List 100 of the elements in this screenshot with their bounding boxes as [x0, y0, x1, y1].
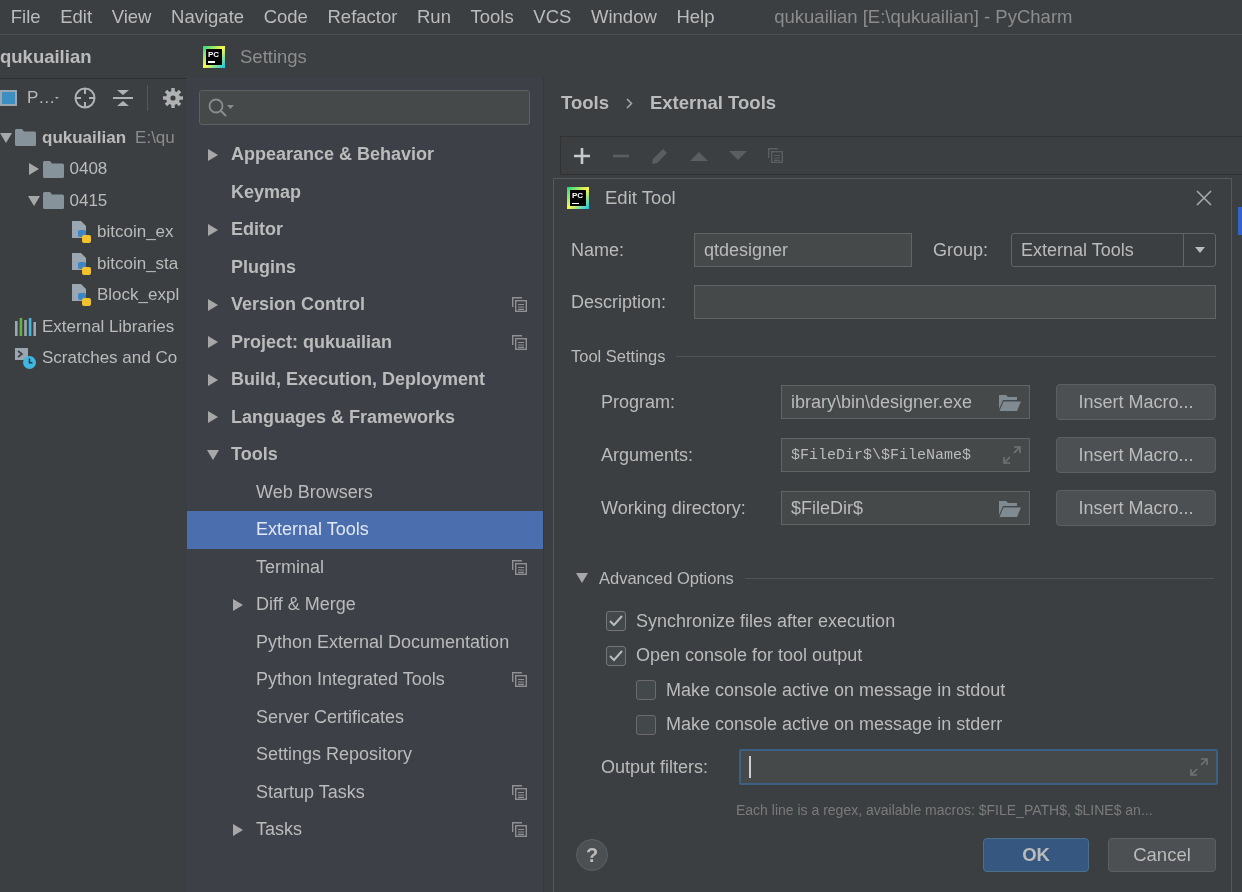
settings-nav-item[interactable]: Project: qukuailian — [187, 323, 543, 361]
checkmark-icon — [609, 615, 623, 628]
collapse-icon[interactable] — [113, 88, 133, 108]
field-label: Description: — [571, 291, 668, 313]
description-field[interactable] — [694, 285, 1216, 319]
insert-macro-button[interactable]: Insert Macro... — [1056, 490, 1216, 526]
checkbox-label[interactable]: Make console active on message in stderr — [666, 714, 1003, 736]
settings-nav-item[interactable]: Version Control — [187, 286, 543, 324]
menu-item[interactable]: Navigate — [161, 2, 254, 32]
section-title[interactable]: Advanced Options — [599, 568, 734, 588]
insert-macro-button[interactable]: Insert Macro... — [1056, 384, 1216, 420]
field-label: Arguments: — [601, 444, 695, 466]
menu-item[interactable]: VCS — [523, 2, 582, 32]
path-field[interactable]: ibrary\bin\designer.exe — [781, 385, 1030, 419]
checkbox-label[interactable]: Make console active on message in stdout — [666, 679, 1006, 701]
folder-icon[interactable] — [999, 499, 1021, 517]
plus-icon[interactable] — [573, 146, 591, 165]
output-filters-field[interactable] — [739, 749, 1218, 785]
tree-item[interactable]: External Libraries — [42, 316, 175, 337]
settings-nav-item[interactable]: Keymap — [187, 173, 543, 211]
tree-item[interactable]: 0415 — [69, 190, 108, 211]
caret-down-icon[interactable] — [207, 449, 219, 460]
caret-down-icon[interactable] — [576, 573, 588, 583]
tree-item[interactable]: 0408 — [69, 159, 108, 180]
ok-button[interactable]: OK — [983, 838, 1089, 872]
checkbox[interactable] — [636, 680, 656, 701]
settings-nav-item[interactable]: Plugins — [187, 248, 543, 286]
caret-right-icon[interactable] — [208, 411, 218, 424]
tree-item[interactable]: bitcoin_ex — [97, 222, 174, 243]
menu-item[interactable]: File — [1, 2, 51, 32]
close-icon[interactable] — [1196, 190, 1212, 206]
settings-nav-item[interactable]: Web Browsers — [187, 473, 543, 511]
chevron-right-icon — [625, 97, 633, 109]
menu-item[interactable]: View — [101, 2, 162, 32]
menu-item[interactable]: Edit — [50, 2, 102, 32]
path-field[interactable]: $FileDir$\$FileName$ — [781, 438, 1030, 472]
checkbox[interactable] — [636, 714, 656, 735]
project-title: qukuailian — [0, 45, 92, 68]
app-logo: PC — [203, 45, 225, 68]
menu-item[interactable]: Refactor — [317, 2, 408, 32]
tree-item[interactable]: Scratches and Co — [42, 348, 178, 369]
menu-item[interactable]: Tools — [460, 2, 524, 32]
crosshair-icon[interactable] — [74, 87, 96, 109]
menu-item[interactable]: Run — [407, 2, 461, 32]
settings-nav-item[interactable]: Appearance & Behavior — [187, 136, 543, 174]
path-field[interactable]: $FileDir$ — [781, 491, 1030, 525]
bar-columns-icon — [15, 317, 36, 336]
caret-right-icon[interactable] — [208, 298, 218, 311]
folder-icon[interactable] — [999, 393, 1021, 411]
field-label: Name: — [571, 239, 625, 261]
caret-right-icon[interactable] — [233, 598, 243, 611]
checkbox[interactable] — [606, 611, 626, 632]
menu-item[interactable]: Window — [581, 2, 667, 32]
breadcrumb-item[interactable]: External Tools — [649, 92, 777, 114]
settings-nav-item[interactable]: Build, Execution, Deployment — [187, 361, 543, 399]
checkmark-icon — [609, 649, 623, 662]
settings-nav-item[interactable]: Server Certificates — [187, 698, 543, 736]
breadcrumb-item[interactable]: Tools — [561, 92, 609, 114]
settings-nav-item[interactable]: Diff & Merge — [187, 586, 543, 624]
hint-text: Each line is a regex, available macros: $FILE_PATH$, $LINE$ an... — [735, 801, 1154, 819]
settings-nav-item[interactable]: Settings Repository — [187, 736, 543, 774]
tree-item[interactable]: bitcoin_sta — [97, 253, 179, 274]
settings-nav-item[interactable]: Languages & Frameworks — [187, 398, 543, 436]
name-field[interactable]: qtdesigner — [694, 233, 912, 267]
caret-down-icon[interactable] — [27, 195, 40, 206]
settings-nav-item[interactable]: Terminal — [187, 548, 543, 586]
checkbox[interactable] — [606, 645, 626, 666]
settings-nav-item[interactable]: Python Integrated Tools — [187, 661, 543, 699]
folder-icon — [15, 129, 36, 147]
caret-down-icon[interactable] — [0, 132, 12, 143]
settings-nav-item[interactable]: Tools — [187, 436, 543, 474]
caret-right-icon[interactable] — [28, 163, 39, 176]
tree-item[interactable]: Block_expl — [97, 285, 180, 306]
settings-nav-item[interactable]: External Tools — [187, 511, 543, 549]
group-dropdown[interactable]: External Tools — [1011, 233, 1216, 267]
view-selector[interactable]: P… — [27, 86, 59, 110]
insert-macro-button[interactable]: Insert Macro... — [1056, 437, 1216, 473]
settings-icon[interactable] — [163, 88, 183, 108]
caret-right-icon[interactable] — [208, 336, 218, 349]
caret-right-icon[interactable] — [208, 373, 218, 386]
field-label: Output filters: — [601, 756, 710, 778]
help-button[interactable]: ? — [576, 839, 608, 871]
checkbox-label[interactable]: Open console for tool output — [636, 645, 863, 667]
settings-nav-item[interactable]: Tasks — [187, 811, 543, 849]
checkbox-label[interactable]: Synchronize files after execution — [636, 610, 896, 632]
caret-right-icon[interactable] — [208, 223, 218, 236]
caret-right-icon[interactable] — [208, 148, 218, 161]
dialog-title: Edit Tool — [605, 187, 677, 209]
search-field[interactable] — [199, 90, 530, 125]
caret-down-icon — [1194, 247, 1205, 253]
terminal-clock-icon — [15, 347, 36, 369]
cancel-button[interactable]: Cancel — [1108, 838, 1216, 872]
settings-nav-item[interactable]: Startup Tasks — [187, 773, 543, 811]
menu-item[interactable]: Code — [253, 2, 318, 32]
tree-item[interactable]: qukuailian — [42, 127, 127, 148]
search-icon[interactable] — [208, 97, 234, 118]
settings-nav-item[interactable]: Editor — [187, 211, 543, 249]
menu-item[interactable]: Help — [666, 2, 725, 32]
settings-nav-item[interactable]: Python External Documentation — [187, 623, 543, 661]
caret-right-icon[interactable] — [233, 823, 243, 836]
